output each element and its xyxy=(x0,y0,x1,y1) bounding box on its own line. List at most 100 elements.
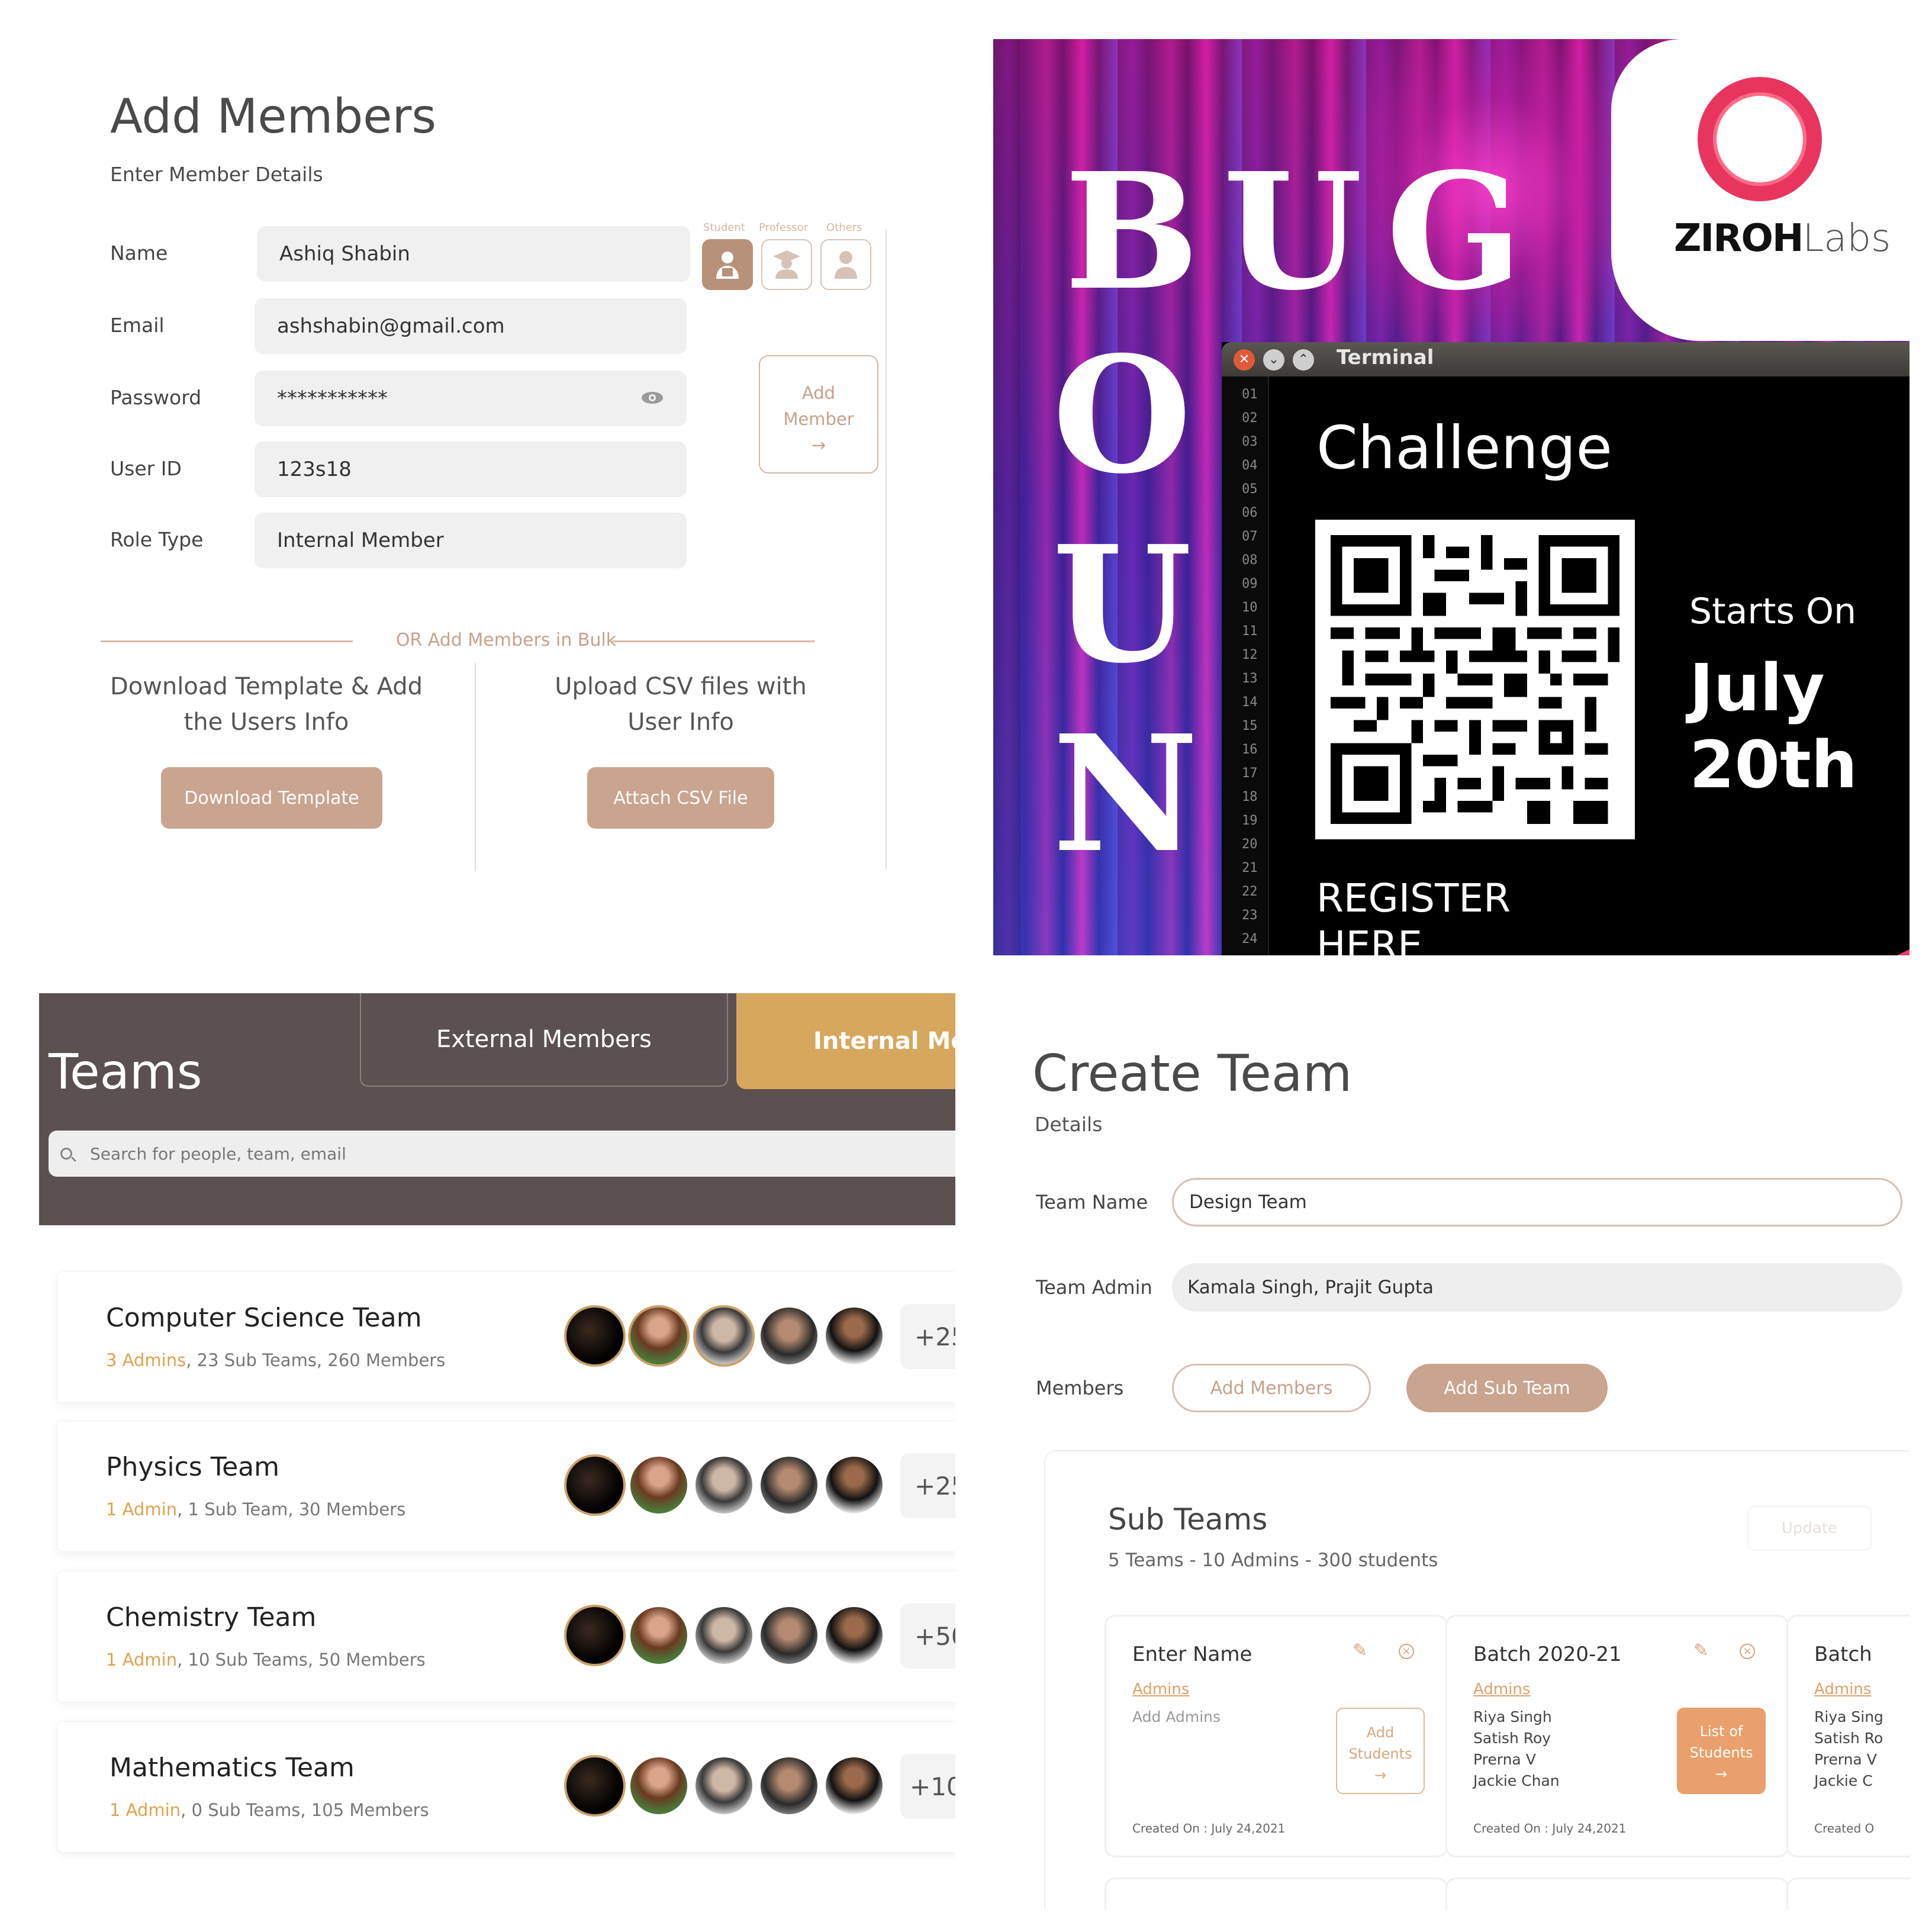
list-of-students-button[interactable]: List of Students → xyxy=(1677,1708,1766,1794)
ziroh-ring-logo xyxy=(1698,77,1822,201)
pencil-icon[interactable]: ✎ xyxy=(1353,1640,1367,1661)
sub-team-card: Batch 2020-21 ✎ × Admins Riya Singh Sati… xyxy=(1445,1615,1789,1857)
avatar[interactable] xyxy=(758,1605,820,1666)
name-field[interactable]: Ashiq Shabin xyxy=(257,226,690,282)
close-icon[interactable]: ✕ xyxy=(1234,349,1255,371)
created-date: Created On : July 24,2021 xyxy=(1473,1821,1627,1836)
or-divider-right xyxy=(612,640,814,642)
poster-letter-u: U xyxy=(1052,510,1192,698)
sub-team-card: Enter Name ✎ × Admins Add Admins Add Stu… xyxy=(1105,1615,1448,1857)
line-number: 02 xyxy=(1242,411,1258,426)
brand-bold: ZIROH xyxy=(1674,217,1804,260)
close-icon[interactable]: × xyxy=(1399,1644,1414,1659)
more-members-count[interactable]: +255 xyxy=(900,1304,955,1369)
minimize-icon[interactable]: ⌄ xyxy=(1263,349,1284,371)
team-meta: 1 Admin, 1 Sub Team, 30 Members xyxy=(106,1499,405,1519)
avatar[interactable] xyxy=(564,1305,626,1367)
admin-name: Riya Singh xyxy=(1473,1708,1552,1725)
add-students-label-2: Students xyxy=(1348,1746,1412,1762)
admins-link[interactable]: Admins xyxy=(1814,1680,1871,1698)
avatar[interactable] xyxy=(693,1305,755,1367)
tab-external-members[interactable]: External Members xyxy=(360,993,728,1087)
role-others-button[interactable] xyxy=(820,239,871,290)
avatar[interactable] xyxy=(823,1605,885,1666)
team-card[interactable]: Chemistry Team 1 Admin, 10 Sub Teams, 50… xyxy=(57,1571,955,1702)
avatar[interactable] xyxy=(628,1605,690,1666)
page-title: Teams xyxy=(49,1044,202,1100)
password-field[interactable]: *********** xyxy=(255,371,687,426)
registration-qr-code[interactable] xyxy=(1315,520,1635,839)
eye-icon[interactable] xyxy=(640,387,664,410)
teams-panel: Teams External Members Internal Members … xyxy=(39,993,955,1932)
avatar[interactable] xyxy=(693,1454,755,1516)
avatar[interactable] xyxy=(628,1755,690,1817)
role-student-button[interactable] xyxy=(702,239,753,290)
add-sub-team-button[interactable]: Add Sub Team xyxy=(1406,1364,1608,1412)
tab-internal-members[interactable]: Internal Members xyxy=(736,993,955,1089)
terminal-titlebar: ✕ ⌄ ⌃ Terminal xyxy=(1222,342,1910,376)
avatar[interactable] xyxy=(823,1755,885,1817)
avatar[interactable] xyxy=(693,1755,755,1817)
role-type-field[interactable]: Internal Member xyxy=(255,513,687,568)
upload-info: Upload CSV files with User Info xyxy=(503,669,858,740)
team-card[interactable]: Mathematics Team 1 Admin, 0 Sub Teams, 1… xyxy=(57,1721,955,1853)
team-card[interactable]: Computer Science Team 3 Admins, 23 Sub T… xyxy=(57,1271,955,1403)
sub-team-name-input[interactable]: Enter Name xyxy=(1132,1643,1252,1666)
password-value: *********** xyxy=(277,387,388,410)
line-number: 23 xyxy=(1242,908,1258,923)
more-members-count[interactable]: +50 xyxy=(900,1603,955,1669)
team-name: Chemistry Team xyxy=(106,1602,317,1632)
more-members-count[interactable]: +100 xyxy=(900,1754,955,1819)
add-admins-placeholder[interactable]: Add Admins xyxy=(1132,1706,1221,1728)
maximize-icon[interactable]: ⌃ xyxy=(1293,349,1314,371)
team-admins[interactable]: 1 Admin xyxy=(106,1499,177,1519)
avatar[interactable] xyxy=(693,1605,755,1666)
role-professor-button[interactable] xyxy=(761,239,812,290)
search-input[interactable]: Search for people, team, email xyxy=(49,1131,955,1177)
admins-link[interactable]: Admins xyxy=(1132,1680,1189,1698)
bulk-divider xyxy=(475,663,476,871)
avatar[interactable] xyxy=(823,1454,885,1516)
team-meta: 1 Admin, 10 Sub Teams, 50 Members xyxy=(106,1650,426,1670)
team-name: Computer Science Team xyxy=(106,1303,422,1333)
pencil-icon[interactable]: ✎ xyxy=(1693,1640,1708,1661)
avatar[interactable] xyxy=(758,1454,820,1516)
team-card[interactable]: Physics Team 1 Admin, 1 Sub Team, 30 Mem… xyxy=(57,1421,955,1552)
avatar[interactable] xyxy=(564,1605,626,1666)
poster-word-bug: BUG xyxy=(1064,137,1547,326)
download-template-button[interactable]: Download Template xyxy=(161,767,382,829)
avatar[interactable] xyxy=(564,1454,626,1516)
admin-list: Riya Sing Satish Ro Prerna V Jackie C xyxy=(1814,1706,1883,1792)
close-icon[interactable]: × xyxy=(1740,1644,1755,1659)
register-here-text[interactable]: REGISTER HERE xyxy=(1316,875,1511,955)
team-admins[interactable]: 3 Admins xyxy=(106,1350,186,1370)
user-id-field[interactable]: 123s18 xyxy=(255,442,687,497)
more-members-count[interactable]: +25 xyxy=(900,1453,955,1518)
team-admin-field[interactable]: Kamala Singh, Prajit Gupta xyxy=(1172,1263,1902,1312)
team-name-field[interactable]: Design Team xyxy=(1172,1178,1902,1226)
avatar[interactable] xyxy=(628,1454,690,1516)
avatar[interactable] xyxy=(628,1305,690,1367)
avatar[interactable] xyxy=(823,1305,885,1367)
add-members-button[interactable]: Add Members xyxy=(1172,1364,1371,1412)
email-field[interactable]: ashshabin@gmail.com xyxy=(255,298,687,354)
sub-team-name: Batch 2020-21 xyxy=(1473,1643,1622,1666)
sub-team-name: Batch xyxy=(1814,1643,1872,1666)
team-admins[interactable]: 1 Admin xyxy=(106,1650,177,1670)
add-member-button[interactable]: Add Member → xyxy=(759,355,878,474)
admins-link[interactable]: Admins xyxy=(1473,1680,1530,1698)
attach-csv-button[interactable]: Attach CSV File xyxy=(587,767,774,829)
team-admins[interactable]: 1 Admin xyxy=(110,1800,181,1820)
name-label: Name xyxy=(110,242,168,265)
avatar[interactable] xyxy=(758,1305,820,1367)
role-caption-student: Student xyxy=(703,221,745,234)
professor-icon xyxy=(773,250,800,279)
team-name: Physics Team xyxy=(106,1452,280,1482)
line-number: 09 xyxy=(1242,577,1258,591)
add-students-button[interactable]: Add Students → xyxy=(1336,1708,1425,1794)
avatar[interactable] xyxy=(758,1755,820,1817)
teams-header: Teams External Members Internal Members … xyxy=(39,993,955,1225)
update-button[interactable]: Update xyxy=(1747,1506,1872,1551)
avatar[interactable] xyxy=(564,1755,626,1817)
team-name: Mathematics Team xyxy=(110,1753,355,1783)
